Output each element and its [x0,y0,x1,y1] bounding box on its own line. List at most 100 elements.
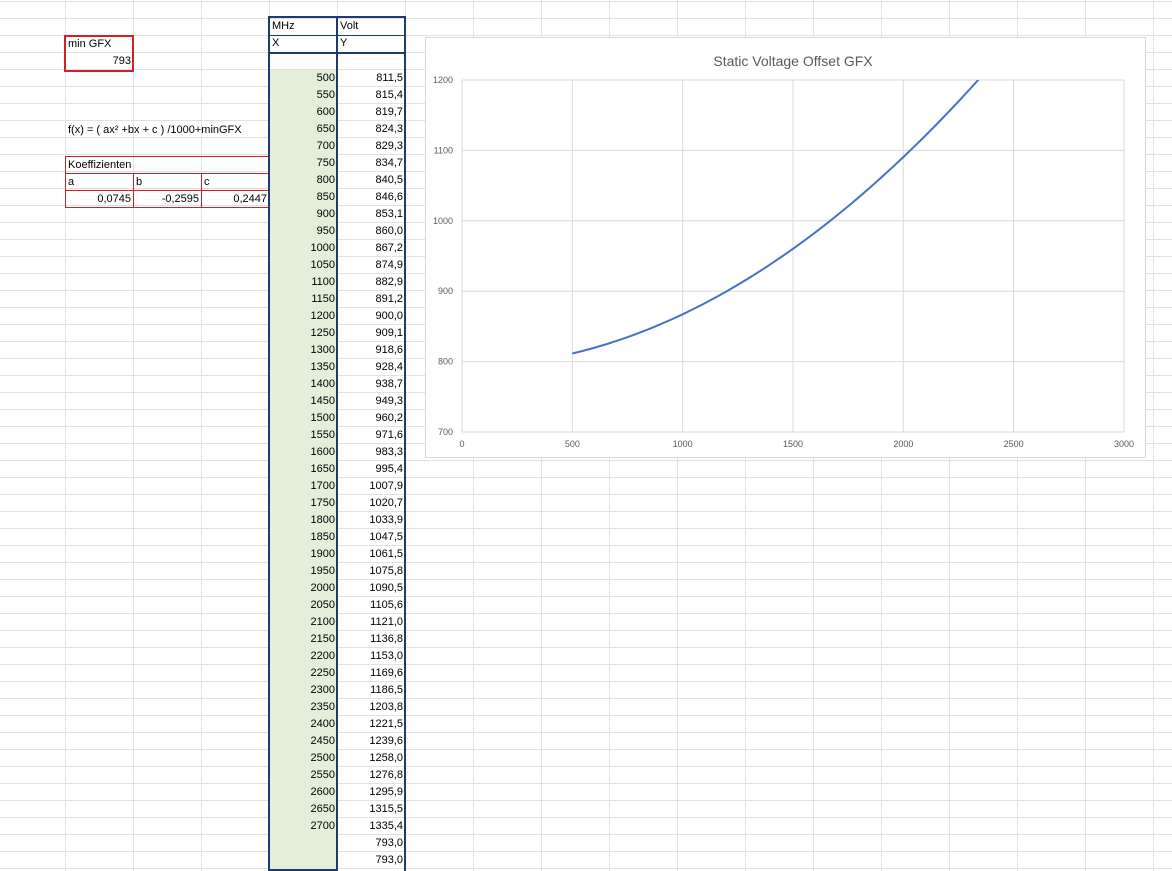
x-cell[interactable]: 2000 [269,580,337,597]
formula-text[interactable]: f(x) = ( ax² +bx + c ) /1000+minGFX [65,122,285,139]
x-cell[interactable]: 1800 [269,512,337,529]
y-cell[interactable]: 900,0 [337,308,405,325]
y-cell[interactable]: 815,4 [337,87,405,104]
x-cell[interactable]: 1150 [269,291,337,308]
y-cell[interactable]: 1061,5 [337,546,405,563]
x-cell[interactable]: 1000 [269,240,337,257]
x-cell[interactable]: 1450 [269,393,337,410]
x-cell[interactable]: 1550 [269,427,337,444]
x-cell[interactable]: 2250 [269,665,337,682]
coef-header-c[interactable]: c [201,174,269,191]
koeffizienten-label[interactable]: Koeffizienten [65,157,265,174]
x-cell[interactable]: 900 [269,206,337,223]
x-cell[interactable]: 1750 [269,495,337,512]
x-cell[interactable]: 1950 [269,563,337,580]
x-cell[interactable]: 2150 [269,631,337,648]
y-cell[interactable]: 1276,8 [337,767,405,784]
x-cell[interactable]: 550 [269,87,337,104]
y-cell[interactable]: 1203,8 [337,699,405,716]
y-cell[interactable]: 1121,0 [337,614,405,631]
y-cell[interactable]: 971,6 [337,427,405,444]
x-cell[interactable]: 2650 [269,801,337,818]
x-cell[interactable]: 2500 [269,750,337,767]
y-cell[interactable]: 811,5 [337,70,405,87]
y-cell[interactable]: 995,4 [337,461,405,478]
coef-value-a[interactable]: 0,0745 [65,191,133,208]
y-cell[interactable]: 1169,6 [337,665,405,682]
y-cell[interactable]: 793,0 [337,852,405,869]
y-cell[interactable]: 949,3 [337,393,405,410]
y-cell[interactable]: 824,3 [337,121,405,138]
y-cell[interactable]: 1335,4 [337,818,405,835]
y-cell[interactable]: 1221,5 [337,716,405,733]
y-cell[interactable]: 1047,5 [337,529,405,546]
x-cell[interactable]: 2600 [269,784,337,801]
y-cell[interactable]: 829,3 [337,138,405,155]
x-cell[interactable]: 2300 [269,682,337,699]
coef-header-a[interactable]: a [65,174,133,191]
x-cell[interactable]: 700 [269,138,337,155]
x-cell[interactable]: 800 [269,172,337,189]
x-cell[interactable]: 1050 [269,257,337,274]
x-cell[interactable]: 1850 [269,529,337,546]
y-cell[interactable]: 860,0 [337,223,405,240]
x-cell[interactable]: 2050 [269,597,337,614]
x-cell[interactable]: 2100 [269,614,337,631]
x-cell[interactable]: 1250 [269,325,337,342]
y-cell[interactable]: 1033,9 [337,512,405,529]
y-cell[interactable]: 1239,6 [337,733,405,750]
y-cell[interactable]: 1105,6 [337,597,405,614]
y-cell[interactable]: 867,2 [337,240,405,257]
x-cell[interactable]: 850 [269,189,337,206]
x-cell[interactable]: 1900 [269,546,337,563]
x-cell[interactable]: 1100 [269,274,337,291]
y-cell[interactable]: 1258,0 [337,750,405,767]
min-gfx-value[interactable]: 793 [65,53,133,70]
coef-value-c[interactable]: 0,2447 [201,191,269,208]
y-cell[interactable]: 819,7 [337,104,405,121]
y-cell[interactable]: 1020,7 [337,495,405,512]
y-cell[interactable]: 960,2 [337,410,405,427]
y-cell[interactable]: 846,6 [337,189,405,206]
x-cell[interactable]: 650 [269,121,337,138]
x-cell[interactable]: 2350 [269,699,337,716]
y-cell[interactable]: 1007,9 [337,478,405,495]
y-cell[interactable]: 1075,8 [337,563,405,580]
x-cell[interactable]: 1350 [269,359,337,376]
x-cell[interactable]: 2400 [269,716,337,733]
x-cell[interactable]: 1300 [269,342,337,359]
y-cell[interactable]: 834,7 [337,155,405,172]
x-cell[interactable]: 2700 [269,818,337,835]
x-cell[interactable]: 2450 [269,733,337,750]
x-cell[interactable]: 2550 [269,767,337,784]
mhz-header[interactable]: MHz [269,18,337,35]
y-cell[interactable]: 1295,9 [337,784,405,801]
y-cell[interactable]: 909,1 [337,325,405,342]
y-cell[interactable]: 1136,8 [337,631,405,648]
y-cell[interactable]: 983,3 [337,444,405,461]
y-cell[interactable]: 918,6 [337,342,405,359]
y-cell[interactable]: 882,9 [337,274,405,291]
x-subheader[interactable]: X [269,35,337,52]
x-cell[interactable]: 950 [269,223,337,240]
x-cell[interactable] [269,835,337,852]
x-cell[interactable] [269,852,337,869]
x-cell[interactable]: 1600 [269,444,337,461]
x-cell[interactable]: 2200 [269,648,337,665]
y-subheader[interactable]: Y [337,35,405,52]
y-cell[interactable]: 1186,5 [337,682,405,699]
x-cell[interactable]: 1700 [269,478,337,495]
y-cell[interactable]: 853,1 [337,206,405,223]
y-cell[interactable]: 840,5 [337,172,405,189]
y-cell[interactable]: 793,0 [337,835,405,852]
y-cell[interactable]: 1153,0 [337,648,405,665]
x-cell[interactable]: 1400 [269,376,337,393]
y-cell[interactable]: 1090,5 [337,580,405,597]
min-gfx-label[interactable]: min GFX [65,36,133,53]
chart-container[interactable]: Static Voltage Offset GFX 700 800 900 1000 11… [425,37,1146,458]
coef-header-b[interactable]: b [133,174,201,191]
y-cell[interactable]: 874,9 [337,257,405,274]
coef-value-b[interactable]: -0,2595 [133,191,201,208]
x-cell[interactable]: 1650 [269,461,337,478]
x-cell[interactable]: 600 [269,104,337,121]
